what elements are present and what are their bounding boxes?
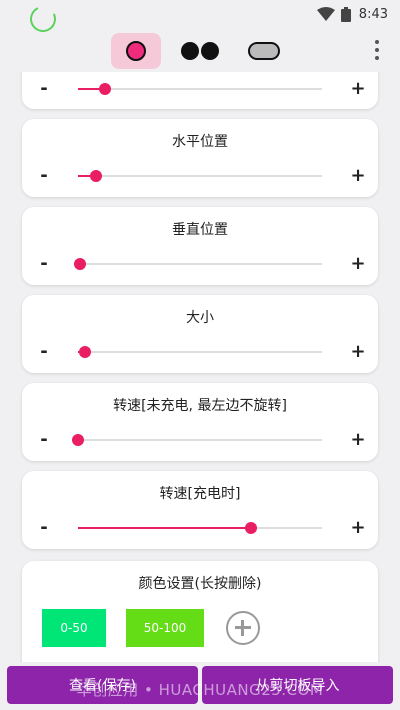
- more-options-icon[interactable]: [374, 40, 380, 60]
- slider-fill: [78, 527, 252, 529]
- slider-card-speed-uncharged: 转速[未充电, 最左边不旋转] - +: [22, 383, 378, 461]
- card-title: 水平位置: [172, 134, 228, 150]
- add-color-icon[interactable]: [226, 611, 260, 645]
- slider-track[interactable]: [72, 434, 322, 446]
- slider-track[interactable]: [74, 258, 322, 270]
- battery-icon: [340, 6, 351, 22]
- increase-button[interactable]: +: [348, 516, 368, 540]
- color-settings-card: 颜色设置(长按删除) 0-50 50-100: [22, 561, 378, 662]
- color-chip-label: 50-100: [143, 621, 187, 635]
- decrease-button[interactable]: -: [34, 77, 54, 101]
- slider-card-vertical: 垂直位置 - +: [22, 207, 378, 285]
- color-chip-label: 0-50: [60, 621, 88, 635]
- slider-thumb[interactable]: [72, 434, 84, 446]
- slider-thumb[interactable]: [245, 522, 258, 534]
- slider-track[interactable]: [78, 346, 322, 358]
- increase-button[interactable]: +: [348, 252, 368, 276]
- slider-thumb[interactable]: [98, 83, 111, 95]
- decrease-button[interactable]: -: [34, 428, 54, 452]
- status-time: 8:43: [358, 6, 388, 22]
- slider-track[interactable]: [78, 170, 322, 182]
- increase-button[interactable]: +: [348, 77, 368, 101]
- slider-thumb[interactable]: [90, 170, 103, 182]
- slider-card-horizontal: 水平位置 - +: [22, 119, 378, 197]
- card-title: 大小: [186, 310, 214, 326]
- color-chip[interactable]: 0-50: [42, 609, 106, 647]
- wifi-icon: [316, 7, 335, 21]
- slider-thumb[interactable]: [74, 258, 87, 270]
- slider-track[interactable]: [78, 83, 322, 95]
- ring-icon: [126, 41, 146, 61]
- decrease-button[interactable]: -: [34, 516, 54, 540]
- view-save-button[interactable]: 查看(保存): [7, 666, 198, 704]
- card-title: 转速[充电时]: [159, 486, 241, 502]
- color-chip[interactable]: 50-100: [126, 609, 204, 647]
- dots-icon: [181, 42, 219, 60]
- import-clipboard-button[interactable]: 从剪切板导入: [202, 666, 393, 704]
- slider-card-size: 大小 - +: [22, 295, 378, 373]
- increase-button[interactable]: +: [348, 164, 368, 188]
- tab-pill-style[interactable]: [239, 33, 289, 69]
- status-bar: 8:43: [0, 0, 400, 28]
- increase-button[interactable]: +: [348, 340, 368, 364]
- card-title: 转速[未充电, 最左边不旋转]: [113, 398, 287, 414]
- tab-ring-style[interactable]: [111, 33, 161, 69]
- style-toolbar: [0, 30, 400, 72]
- decrease-button[interactable]: -: [34, 164, 54, 188]
- tab-dots-style[interactable]: [175, 33, 225, 69]
- pill-icon: [248, 42, 280, 60]
- settings-list[interactable]: - + 水平位置 - + 垂直位置 - + 大小 - + 转速[未充电, 最左边…: [0, 72, 400, 662]
- decrease-button[interactable]: -: [34, 252, 54, 276]
- slider-card-partial: - +: [22, 72, 378, 109]
- bottom-action-bar: 查看(保存) 从剪切板导入: [0, 666, 400, 704]
- increase-button[interactable]: +: [348, 428, 368, 452]
- card-title: 垂直位置: [172, 222, 228, 238]
- card-title: 颜色设置(长按删除): [138, 576, 262, 592]
- slider-card-speed-charging: 转速[充电时] - +: [22, 471, 378, 549]
- decrease-button[interactable]: -: [34, 340, 54, 364]
- slider-track[interactable]: [78, 522, 322, 534]
- slider-thumb[interactable]: [79, 346, 92, 358]
